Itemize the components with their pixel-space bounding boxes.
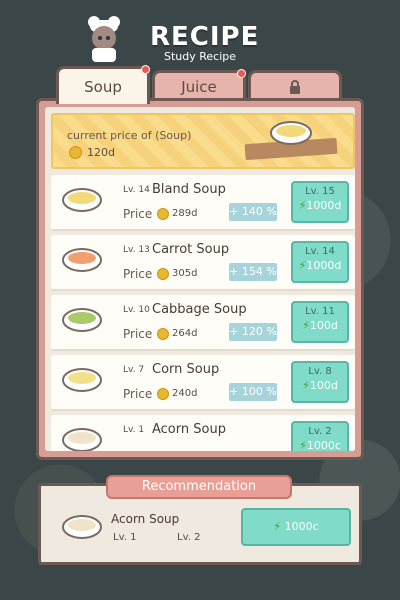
current-price-label: current price of (Soup)	[67, 129, 192, 142]
recipe-level: Lv. 1	[123, 425, 145, 435]
recipe-name: Bland Soup	[152, 182, 226, 197]
soup-bowl-icon	[62, 308, 102, 332]
upgrade-cost: 100d	[309, 319, 338, 332]
page-subtitle: Study Recipe	[164, 50, 237, 63]
upgrade-button[interactable]: Lv. 14 ⚡1000d	[291, 241, 349, 283]
recommended-level-next: Lv. 2	[177, 532, 201, 543]
soup-bowl-icon	[62, 428, 102, 451]
coin-icon	[157, 328, 169, 340]
tab-soup-label: Soup	[84, 77, 122, 96]
recipe-level: Lv. 14	[123, 185, 150, 195]
notification-dot	[141, 65, 150, 74]
tab-locked[interactable]	[248, 70, 342, 100]
recipe-name: Acorn Soup	[152, 422, 226, 437]
price-label: Price	[123, 207, 153, 221]
tab-juice-label: Juice	[181, 77, 217, 96]
coin-icon	[69, 146, 82, 159]
price-label: Price	[123, 387, 153, 401]
recipe-row[interactable]: Lv. 10 Cabbage Soup Price 264d + 120 % L…	[51, 295, 355, 351]
lightning-icon: ⚡	[302, 319, 310, 332]
recipe-name: Cabbage Soup	[152, 302, 247, 317]
recipe-row[interactable]: Lv. 13 Carrot Soup Price 305d + 154 % Lv…	[51, 235, 355, 291]
notification-dot	[237, 69, 246, 78]
lightning-icon: ⚡	[273, 520, 282, 533]
price-bonus-badge: + 154 %	[229, 263, 277, 281]
recipe-name: Corn Soup	[152, 362, 220, 377]
recommended-cost: 1000c	[284, 520, 319, 533]
recipe-row[interactable]: Lv. 7 Corn Soup Price 240d + 100 % Lv. 8…	[51, 355, 355, 411]
recommended-recipe-name: Acorn Soup	[111, 512, 180, 526]
current-price-value: 120d	[87, 146, 115, 159]
upgrade-button[interactable]: Lv. 8 ⚡100d	[291, 361, 349, 403]
upgrade-cost: 1000c	[306, 439, 341, 451]
recipe-row[interactable]: Lv. 1 Acorn Soup Lv. 2 ⚡1000c	[51, 415, 355, 451]
header: RECIPE Study Recipe	[0, 8, 400, 68]
recipe-price: 305d	[172, 268, 198, 279]
lock-icon	[290, 79, 300, 94]
coin-icon	[157, 208, 169, 220]
price-label: Price	[123, 327, 153, 341]
price-bonus-badge: + 140 %	[229, 203, 277, 221]
recipe-row[interactable]: Lv. 14 Bland Soup Price 289d + 140 % Lv.…	[51, 175, 355, 231]
recipe-price: 289d	[172, 208, 198, 219]
recipe-panel-inner: current price of (Soup) 120d Lv. 14 Blan…	[45, 107, 355, 451]
upgrade-next-level: Lv. 2	[308, 426, 332, 437]
upgrade-cost: 1000d	[306, 199, 342, 212]
lightning-icon: ⚡	[299, 439, 307, 451]
soup-bowl-icon	[62, 248, 102, 272]
upgrade-button[interactable]: Lv. 2 ⚡1000c	[291, 421, 349, 451]
recommendation-header: Recommendation	[106, 475, 292, 499]
recommended-level-current: Lv. 1	[113, 532, 137, 543]
upgrade-next-level: Lv. 14	[305, 246, 335, 257]
soup-bowl-icon	[62, 188, 102, 212]
recipe-price: 240d	[172, 388, 198, 399]
recipe-panel: current price of (Soup) 120d Lv. 14 Blan…	[36, 98, 364, 460]
upgrade-cost: 100d	[309, 379, 338, 392]
current-price-banner: current price of (Soup) 120d	[51, 113, 355, 169]
recommended-upgrade-button[interactable]: ⚡ 1000c	[241, 508, 351, 546]
coin-icon	[157, 388, 169, 400]
recipe-level: Lv. 10	[123, 305, 150, 315]
lightning-icon: ⚡	[302, 379, 310, 392]
price-bonus-badge: + 100 %	[229, 383, 277, 401]
chef-avatar-icon	[88, 16, 120, 62]
soup-bowl-icon	[270, 121, 312, 145]
soup-bowl-icon	[62, 515, 102, 539]
tab-juice[interactable]: Juice	[152, 69, 246, 100]
recipe-name: Carrot Soup	[152, 242, 230, 257]
upgrade-next-level: Lv. 11	[305, 306, 335, 317]
tab-bar: Soup Juice	[56, 65, 344, 104]
upgrade-cost: 1000d	[306, 259, 342, 272]
price-bonus-badge: + 120 %	[229, 323, 277, 341]
upgrade-next-level: Lv. 8	[308, 366, 332, 377]
soup-bowl-icon	[62, 368, 102, 392]
upgrade-button[interactable]: Lv. 11 ⚡100d	[291, 301, 349, 343]
recipe-price: 264d	[172, 328, 198, 339]
page-title: RECIPE	[150, 22, 260, 52]
recipe-level: Lv. 13	[123, 245, 150, 255]
upgrade-next-level: Lv. 15	[305, 186, 335, 197]
coin-icon	[157, 268, 169, 280]
recipe-level: Lv. 7	[123, 365, 145, 375]
recipe-list[interactable]: Lv. 14 Bland Soup Price 289d + 140 % Lv.…	[51, 175, 355, 451]
upgrade-button[interactable]: Lv. 15 ⚡1000d	[291, 181, 349, 223]
tab-soup[interactable]: Soup	[56, 65, 150, 104]
price-label: Price	[123, 267, 153, 281]
